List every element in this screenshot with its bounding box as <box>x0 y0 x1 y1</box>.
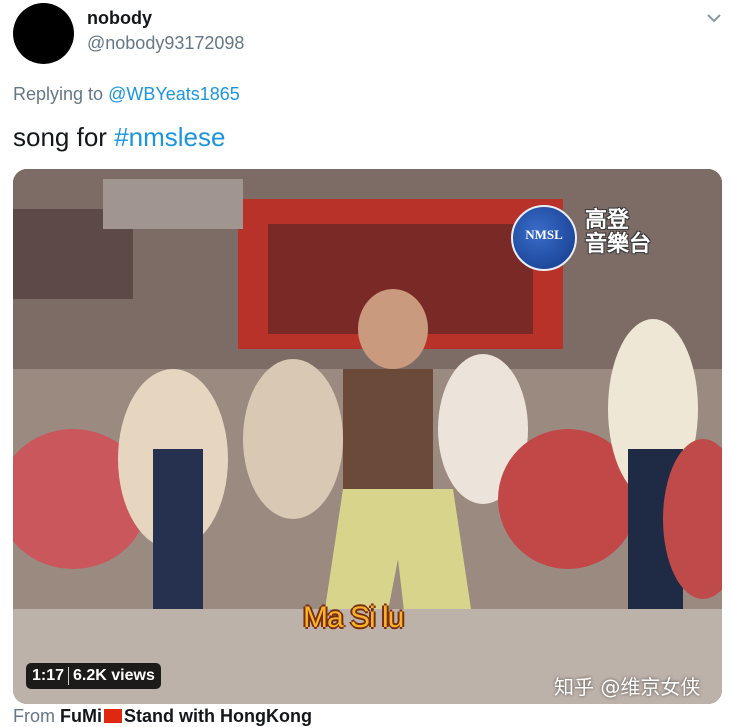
watermark: 知乎 @维京女侠 <box>554 675 701 699</box>
flag-icon <box>104 709 123 723</box>
avatar[interactable] <box>13 3 74 64</box>
tweet-text-body: song for <box>13 122 107 152</box>
badge-divider <box>68 667 70 685</box>
user-handle[interactable]: @nobody93172098 <box>87 33 244 54</box>
video-views: 6.2K views <box>73 667 155 684</box>
chevron-down-icon[interactable] <box>704 8 724 28</box>
video-subtitle: Ma Si lu <box>303 601 404 634</box>
app-name-link[interactable]: FuMi Stand with HongKong <box>60 706 312 726</box>
reply-to-link[interactable]: @WBYeats1865 <box>108 84 240 104</box>
station-name-text: 高登 音樂台 <box>585 208 652 257</box>
hashtag-link[interactable]: #nmslese <box>114 122 225 152</box>
video-stats-badge: 1:17 6.2K views <box>26 663 161 689</box>
app-suffix: Stand with HongKong <box>124 706 312 726</box>
app-name: FuMi <box>60 706 103 726</box>
source-line: From FuMi Stand with HongKong <box>13 706 312 727</box>
logo-text: NMSL <box>525 227 563 242</box>
video-player[interactable]: NMSL 高登 音樂台 Ma Si lu 1:17 6.2K views 知乎 … <box>13 169 722 704</box>
video-duration: 1:17 <box>32 667 65 684</box>
reply-prefix: Replying to <box>13 84 104 104</box>
display-name[interactable]: nobody <box>87 8 152 29</box>
station-name: 高登 音樂台 <box>585 209 665 257</box>
from-prefix: From <box>13 706 55 726</box>
reply-context: Replying to @WBYeats1865 <box>13 84 240 105</box>
tweet-text: song for #nmslese <box>13 122 225 153</box>
